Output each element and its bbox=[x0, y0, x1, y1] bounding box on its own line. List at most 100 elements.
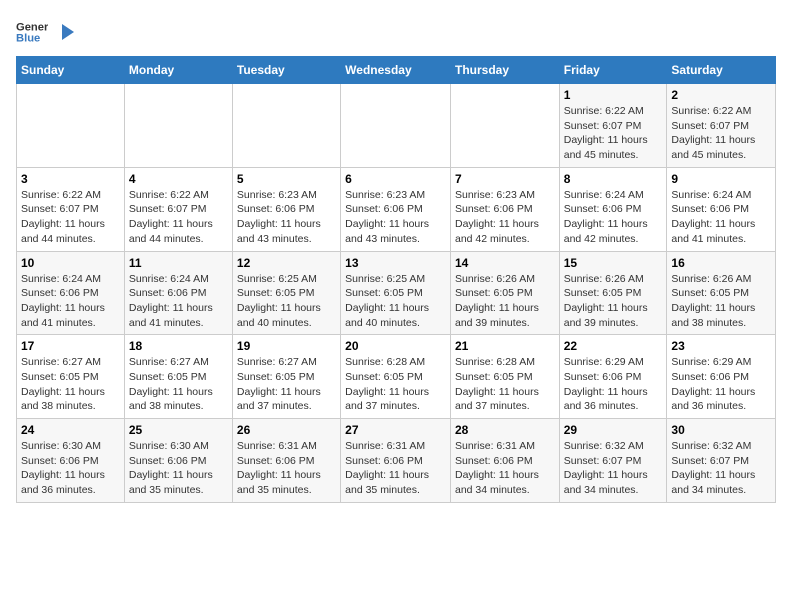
day-number: 20 bbox=[345, 339, 446, 353]
day-number: 30 bbox=[671, 423, 771, 437]
day-info: Sunrise: 6:25 AM Sunset: 6:05 PM Dayligh… bbox=[345, 272, 446, 331]
logo-icon: General Blue bbox=[16, 16, 48, 48]
day-info: Sunrise: 6:24 AM Sunset: 6:06 PM Dayligh… bbox=[671, 188, 771, 247]
day-number: 17 bbox=[21, 339, 120, 353]
day-number: 14 bbox=[455, 256, 555, 270]
day-number: 9 bbox=[671, 172, 771, 186]
day-number: 4 bbox=[129, 172, 228, 186]
day-info: Sunrise: 6:27 AM Sunset: 6:05 PM Dayligh… bbox=[21, 355, 120, 414]
day-number: 13 bbox=[345, 256, 446, 270]
day-info: Sunrise: 6:27 AM Sunset: 6:05 PM Dayligh… bbox=[129, 355, 228, 414]
day-info: Sunrise: 6:24 AM Sunset: 6:06 PM Dayligh… bbox=[129, 272, 228, 331]
calendar-cell: 29 Sunrise: 6:32 AM Sunset: 6:07 PM Dayli… bbox=[559, 419, 667, 503]
day-info: Sunrise: 6:29 AM Sunset: 6:06 PM Dayligh… bbox=[564, 355, 663, 414]
calendar-cell: 21Sunrise: 6:28 AM Sunset: 6:05 PM Dayli… bbox=[450, 335, 559, 419]
calendar-cell: 10Sunrise: 6:24 AM Sunset: 6:06 PM Dayli… bbox=[17, 251, 125, 335]
calendar-cell: 12 Sunrise: 6:25 AM Sunset: 6:05 PM Dayli… bbox=[232, 251, 340, 335]
day-number: 18 bbox=[129, 339, 228, 353]
calendar-week-row: 17 Sunrise: 6:27 AM Sunset: 6:05 PM Dayli… bbox=[17, 335, 776, 419]
day-number: 3 bbox=[21, 172, 120, 186]
calendar-cell: 4 Sunrise: 6:22 AM Sunset: 6:07 PM Daylig… bbox=[124, 167, 232, 251]
day-number: 7 bbox=[455, 172, 555, 186]
calendar-cell: 28Sunrise: 6:31 AM Sunset: 6:06 PM Dayli… bbox=[450, 419, 559, 503]
calendar-cell: 25 Sunrise: 6:30 AM Sunset: 6:06 PM Dayli… bbox=[124, 419, 232, 503]
day-info: Sunrise: 6:24 AM Sunset: 6:06 PM Dayligh… bbox=[564, 188, 663, 247]
day-number: 16 bbox=[671, 256, 771, 270]
calendar-cell: 11 Sunrise: 6:24 AM Sunset: 6:06 PM Dayli… bbox=[124, 251, 232, 335]
day-info: Sunrise: 6:28 AM Sunset: 6:05 PM Dayligh… bbox=[345, 355, 446, 414]
day-info: Sunrise: 6:22 AM Sunset: 6:07 PM Dayligh… bbox=[671, 104, 771, 163]
calendar-cell: 18 Sunrise: 6:27 AM Sunset: 6:05 PM Dayli… bbox=[124, 335, 232, 419]
calendar-cell bbox=[17, 84, 125, 168]
day-info: Sunrise: 6:32 AM Sunset: 6:07 PM Dayligh… bbox=[671, 439, 771, 498]
day-info: Sunrise: 6:25 AM Sunset: 6:05 PM Dayligh… bbox=[237, 272, 336, 331]
calendar-cell bbox=[124, 84, 232, 168]
logo: General Blue bbox=[16, 16, 76, 48]
day-info: Sunrise: 6:30 AM Sunset: 6:06 PM Dayligh… bbox=[129, 439, 228, 498]
calendar-day-header: Saturday bbox=[667, 57, 776, 84]
calendar-week-row: 10 Sunrise: 6:24 AM Sunset: 6:06 PM Dayli… bbox=[17, 251, 776, 335]
day-info: Sunrise: 6:23 AM Sunset: 6:06 PM Dayligh… bbox=[237, 188, 336, 247]
day-info: Sunrise: 6:26 AM Sunset: 6:05 PM Dayligh… bbox=[564, 272, 663, 331]
calendar-cell bbox=[232, 84, 340, 168]
day-info: Sunrise: 6:32 AM Sunset: 6:07 PM Dayligh… bbox=[564, 439, 663, 498]
calendar-cell: 5 Sunrise: 6:23 AM Sunset: 6:06 PM Daylig… bbox=[232, 167, 340, 251]
calendar-day-header: Wednesday bbox=[341, 57, 451, 84]
calendar-cell: 6 Sunrise: 6:23 AM Sunset: 6:06 PM Daylig… bbox=[341, 167, 451, 251]
day-info: Sunrise: 6:26 AM Sunset: 6:05 PM Dayligh… bbox=[455, 272, 555, 331]
day-number: 23 bbox=[671, 339, 771, 353]
calendar-cell: 17 Sunrise: 6:27 AM Sunset: 6:05 PM Dayli… bbox=[17, 335, 125, 419]
calendar-day-header: Monday bbox=[124, 57, 232, 84]
calendar-cell: 26Sunrise: 6:31 AM Sunset: 6:06 PM Dayli… bbox=[232, 419, 340, 503]
day-info: Sunrise: 6:29 AM Sunset: 6:06 PM Dayligh… bbox=[671, 355, 771, 414]
calendar-week-row: 1 Sunrise: 6:22 AM Sunset: 6:07 PM Daylig… bbox=[17, 84, 776, 168]
calendar-cell: 14 Sunrise: 6:26 AM Sunset: 6:05 PM Dayli… bbox=[450, 251, 559, 335]
day-number: 12 bbox=[237, 256, 336, 270]
day-number: 5 bbox=[237, 172, 336, 186]
calendar-cell: 7 Sunrise: 6:23 AM Sunset: 6:06 PM Daylig… bbox=[450, 167, 559, 251]
day-info: Sunrise: 6:23 AM Sunset: 6:06 PM Dayligh… bbox=[345, 188, 446, 247]
day-number: 19 bbox=[237, 339, 336, 353]
calendar-day-header: Friday bbox=[559, 57, 667, 84]
day-info: Sunrise: 6:27 AM Sunset: 6:05 PM Dayligh… bbox=[237, 355, 336, 414]
day-info: Sunrise: 6:22 AM Sunset: 6:07 PM Dayligh… bbox=[129, 188, 228, 247]
day-info: Sunrise: 6:31 AM Sunset: 6:06 PM Dayligh… bbox=[455, 439, 555, 498]
calendar-cell: 8 Sunrise: 6:24 AM Sunset: 6:06 PM Daylig… bbox=[559, 167, 667, 251]
svg-text:Blue: Blue bbox=[16, 33, 40, 45]
calendar-cell: 27Sunrise: 6:31 AM Sunset: 6:06 PM Dayli… bbox=[341, 419, 451, 503]
calendar-cell: 23 Sunrise: 6:29 AM Sunset: 6:06 PM Dayli… bbox=[667, 335, 776, 419]
calendar-day-header: Tuesday bbox=[232, 57, 340, 84]
calendar-cell: 24Sunrise: 6:30 AM Sunset: 6:06 PM Dayli… bbox=[17, 419, 125, 503]
day-number: 8 bbox=[564, 172, 663, 186]
svg-text:General: General bbox=[16, 21, 48, 33]
day-number: 1 bbox=[564, 88, 663, 102]
day-info: Sunrise: 6:31 AM Sunset: 6:06 PM Dayligh… bbox=[237, 439, 336, 498]
page-header: General Blue bbox=[16, 16, 776, 48]
calendar-cell: 22 Sunrise: 6:29 AM Sunset: 6:06 PM Dayli… bbox=[559, 335, 667, 419]
day-number: 11 bbox=[129, 256, 228, 270]
day-number: 29 bbox=[564, 423, 663, 437]
calendar-week-row: 3 Sunrise: 6:22 AM Sunset: 6:07 PM Daylig… bbox=[17, 167, 776, 251]
calendar-day-header: Thursday bbox=[450, 57, 559, 84]
day-number: 6 bbox=[345, 172, 446, 186]
day-info: Sunrise: 6:23 AM Sunset: 6:06 PM Dayligh… bbox=[455, 188, 555, 247]
calendar-cell: 16 Sunrise: 6:26 AM Sunset: 6:05 PM Dayli… bbox=[667, 251, 776, 335]
day-info: Sunrise: 6:22 AM Sunset: 6:07 PM Dayligh… bbox=[564, 104, 663, 163]
calendar-cell: 15 Sunrise: 6:26 AM Sunset: 6:05 PM Dayli… bbox=[559, 251, 667, 335]
day-info: Sunrise: 6:28 AM Sunset: 6:05 PM Dayligh… bbox=[455, 355, 555, 414]
day-info: Sunrise: 6:22 AM Sunset: 6:07 PM Dayligh… bbox=[21, 188, 120, 247]
day-info: Sunrise: 6:26 AM Sunset: 6:05 PM Dayligh… bbox=[671, 272, 771, 331]
day-number: 2 bbox=[671, 88, 771, 102]
day-number: 10 bbox=[21, 256, 120, 270]
day-number: 24 bbox=[21, 423, 120, 437]
calendar-cell bbox=[341, 84, 451, 168]
day-number: 15 bbox=[564, 256, 663, 270]
day-number: 22 bbox=[564, 339, 663, 353]
calendar-cell: 20 Sunrise: 6:28 AM Sunset: 6:05 PM Dayli… bbox=[341, 335, 451, 419]
calendar-cell bbox=[450, 84, 559, 168]
calendar-cell: 19 Sunrise: 6:27 AM Sunset: 6:05 PM Dayli… bbox=[232, 335, 340, 419]
calendar-day-header: Sunday bbox=[17, 57, 125, 84]
calendar-cell: 1 Sunrise: 6:22 AM Sunset: 6:07 PM Daylig… bbox=[559, 84, 667, 168]
day-number: 25 bbox=[129, 423, 228, 437]
calendar-cell: 2 Sunrise: 6:22 AM Sunset: 6:07 PM Daylig… bbox=[667, 84, 776, 168]
